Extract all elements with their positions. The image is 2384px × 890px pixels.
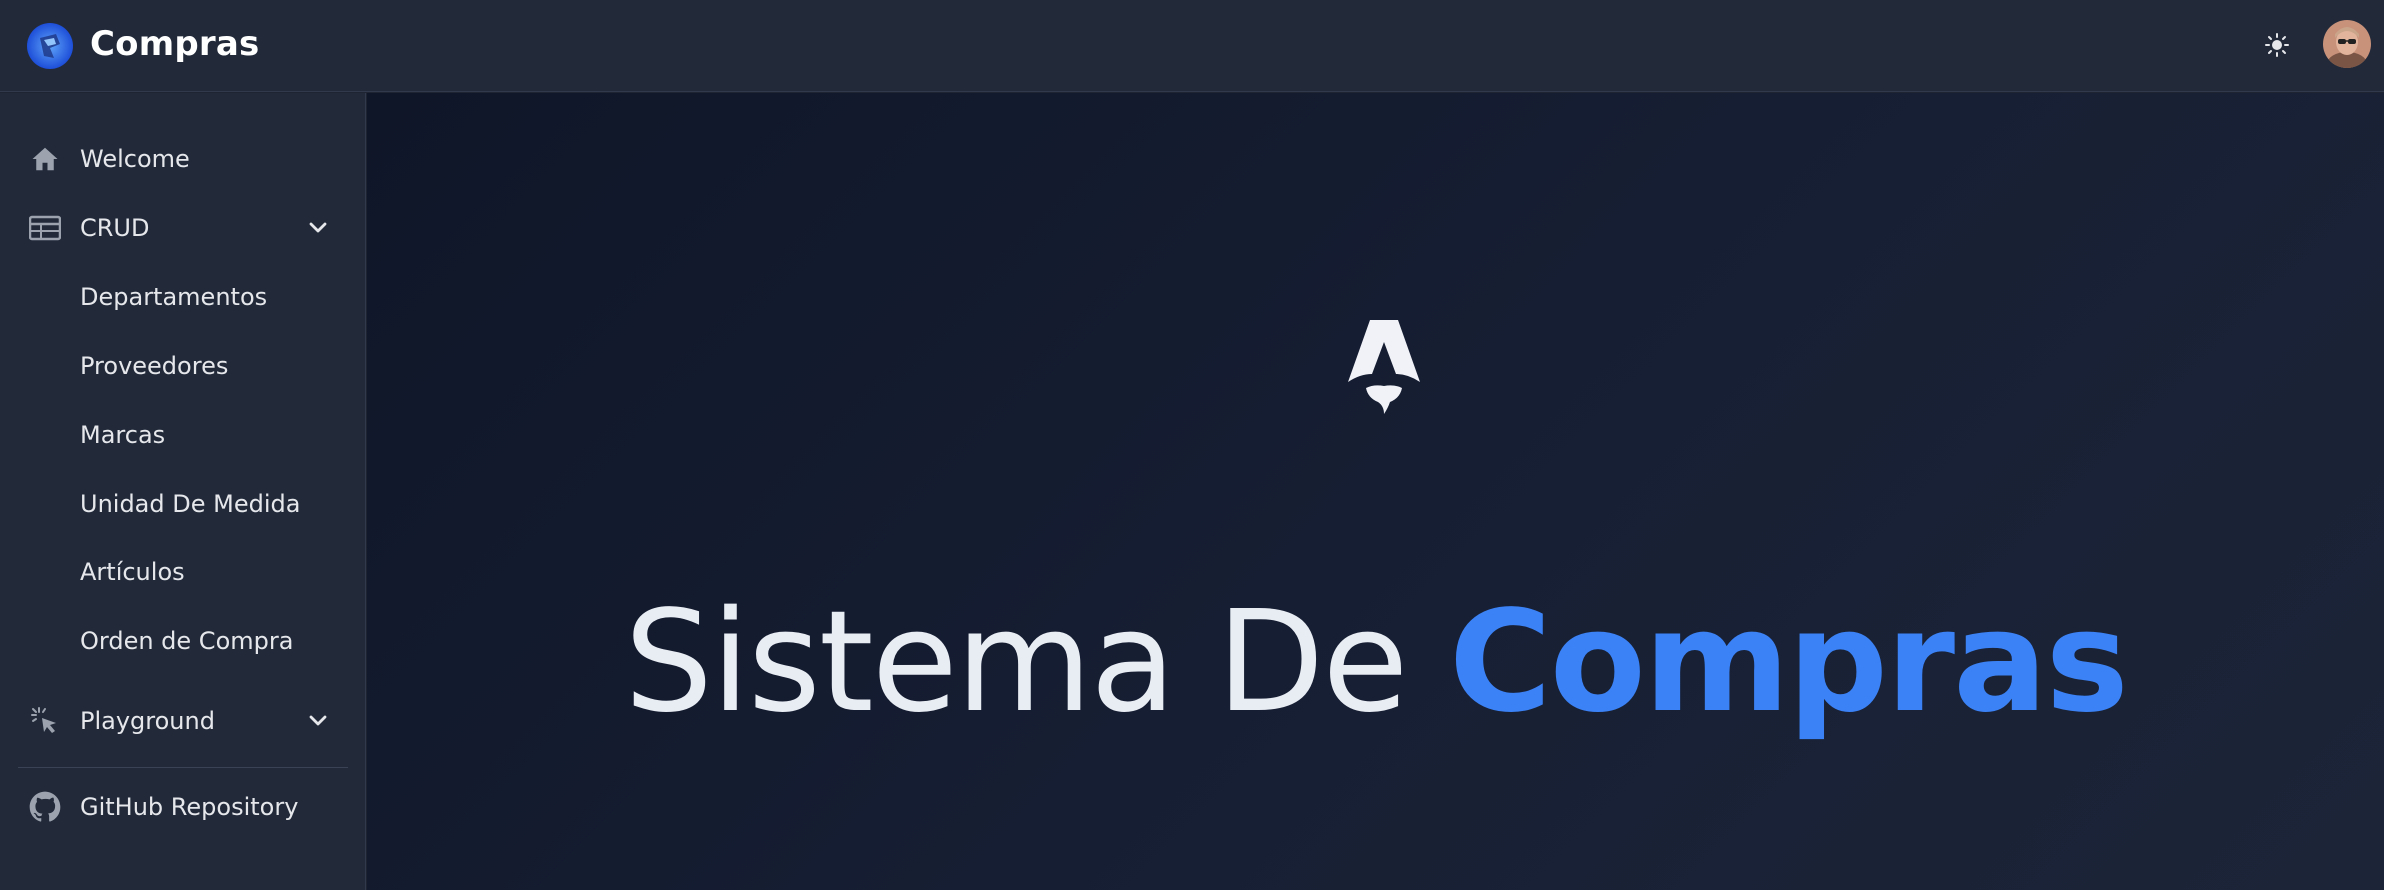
sun-icon[interactable]	[2262, 30, 2292, 60]
main-content: Sistema De Compras	[367, 93, 2384, 890]
sidebar: Welcome CRUD Departamentos Proveedores M…	[0, 93, 366, 890]
sidebar-item-label: GitHub Repository	[80, 793, 299, 821]
sidebar-item-label: CRUD	[80, 214, 150, 242]
sidebar-item-marcas[interactable]: Marcas	[16, 407, 350, 463]
sidebar-item-unidad-de-medida[interactable]: Unidad De Medida	[16, 476, 350, 532]
sidebar-item-label: Artículos	[80, 558, 185, 586]
sidebar-item-label: Departamentos	[80, 283, 268, 311]
sidebar-item-github-repository[interactable]: GitHub Repository	[16, 779, 350, 835]
hero-title: Sistema De Compras	[367, 583, 2384, 743]
sidebar-item-playground[interactable]: Playground	[16, 693, 350, 749]
user-avatar[interactable]	[2323, 20, 2371, 68]
sidebar-item-label: Playground	[80, 707, 215, 735]
sidebar-item-label: Welcome	[80, 145, 190, 173]
sidebar-item-crud[interactable]: CRUD	[16, 200, 350, 256]
sidebar-item-departamentos[interactable]: Departamentos	[16, 269, 350, 325]
sidebar-item-articulos[interactable]: Artículos	[16, 544, 350, 600]
chevron-down-icon[interactable]	[306, 216, 330, 240]
hero-title-light: Sistema De	[624, 581, 1408, 744]
hero-title-accent: Compras	[1448, 581, 2129, 744]
sidebar-item-label: Orden de Compra	[80, 627, 294, 655]
table-icon	[28, 211, 62, 245]
cursor-click-icon	[28, 704, 62, 738]
sidebar-item-welcome[interactable]: Welcome	[16, 131, 350, 187]
github-icon	[28, 790, 62, 824]
home-icon	[28, 142, 62, 176]
sidebar-item-label: Marcas	[80, 421, 166, 449]
sidebar-item-orden-de-compra[interactable]: Orden de Compra	[16, 613, 350, 669]
chevron-down-icon[interactable]	[306, 709, 330, 733]
brand-logo-icon[interactable]	[26, 22, 74, 70]
sidebar-item-label: Unidad De Medida	[80, 490, 301, 518]
sidebar-divider	[18, 767, 348, 768]
sidebar-item-label: Proveedores	[80, 352, 229, 380]
app-title[interactable]: Compras	[90, 24, 259, 64]
sidebar-item-proveedores[interactable]: Proveedores	[16, 338, 350, 394]
astro-logo	[1344, 316, 1424, 416]
top-bar: Compras	[0, 0, 2384, 92]
